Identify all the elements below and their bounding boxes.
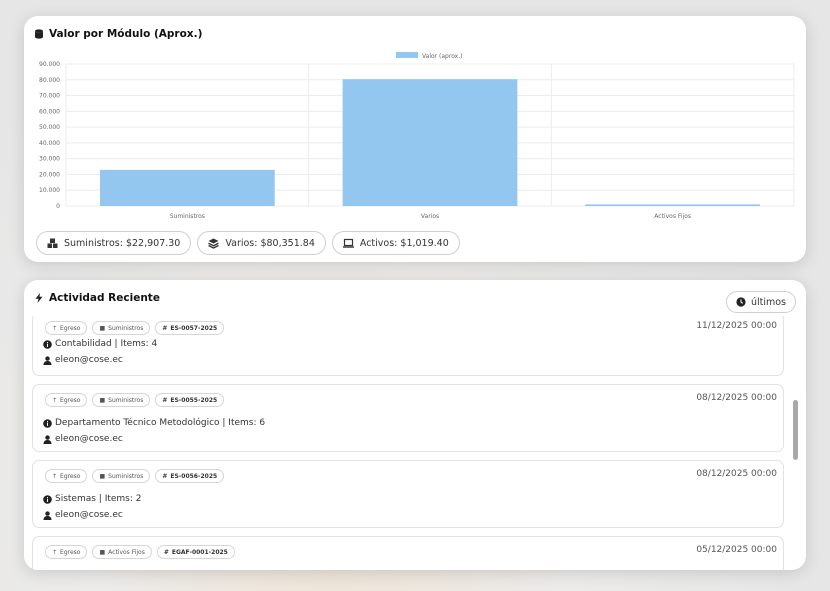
info-icon: [43, 494, 52, 504]
pill-suministros: Suministros: $22,907.30: [36, 231, 192, 255]
module-tag: ■ Activos Fijos: [92, 545, 152, 559]
bar-varios: [342, 79, 518, 206]
scrollbar[interactable]: [793, 400, 798, 460]
bar-activos-fijos: [585, 204, 761, 206]
boxes-icon: [47, 238, 58, 248]
info-icon: [43, 339, 52, 349]
y-tick-label: 80.000: [39, 77, 60, 84]
user-icon: [43, 510, 52, 520]
y-tick-label: 30.000: [39, 156, 60, 163]
pill-activos: Activos: $1,019.40: [331, 231, 460, 255]
entry-user: eleon@cose.ec: [43, 510, 123, 520]
entry-detail: Departamento Técnico Metodológico | Item…: [43, 418, 265, 428]
activity-entry[interactable]: ↑ Egreso ■ Suministros # ES-0057-2025 11…: [32, 316, 784, 376]
bolt-icon: [35, 293, 43, 303]
activity-title-text: Actividad Reciente: [49, 292, 160, 304]
bar-suministros: [99, 169, 275, 206]
entry-user: eleon@cose.ec: [43, 434, 123, 444]
activity-entry[interactable]: ↑ Egreso ■ Activos Fijos # EGAF-0001-202…: [32, 536, 784, 570]
code-tag: # ES-0057-2025: [155, 321, 225, 335]
activity-list[interactable]: ↑ Egreso ■ Suministros # ES-0057-2025 11…: [24, 316, 806, 570]
y-tick-label: 20.000: [39, 171, 60, 178]
recent-activity-card: Actividad Reciente últimos ↑ Egreso ■ Su…: [24, 280, 806, 570]
info-icon: [43, 418, 52, 428]
recent-filter-button[interactable]: últimos: [725, 291, 796, 313]
layers-icon: [208, 238, 220, 249]
type-tag: ↑ Egreso: [45, 393, 88, 407]
pill-varios: Varios: $80,351.84: [197, 231, 326, 255]
module-tag: ■ Suministros: [92, 469, 151, 483]
laptop-icon: [342, 238, 354, 248]
activity-entry[interactable]: ↑ Egreso ■ Suministros # ES-0055-2025 08…: [32, 384, 784, 452]
bar-chart: 90.000 80.000 70.000 60.000 50.000 40.000 30.0…: [39, 52, 795, 220]
activity-entry[interactable]: ↑ Egreso ■ Suministros # ES-0056-2025 08…: [32, 460, 784, 528]
module-tag: ■ Suministros: [92, 321, 151, 335]
code-tag: # EGAF-0001-2025: [156, 545, 235, 559]
legend-swatch: [396, 52, 418, 58]
entry-detail: Contabilidad | Items: 4: [43, 339, 157, 349]
y-tick-label: 70.000: [39, 93, 60, 100]
y-tick-label: 50.000: [39, 124, 60, 131]
entry-user: eleon@cose.ec: [43, 355, 123, 365]
user-icon: [43, 355, 52, 365]
activity-title: Actividad Reciente: [34, 292, 160, 304]
x-tick-label: Suministros: [170, 213, 205, 220]
entry-date: 05/12/2025 00:00: [696, 545, 777, 555]
user-icon: [43, 434, 52, 444]
entry-date: 08/12/2025 00:00: [696, 393, 777, 403]
x-tick-label: Activos Fijos: [654, 213, 691, 220]
y-tick-label: 0: [56, 203, 60, 210]
y-tick-label: 60.000: [39, 108, 60, 115]
entry-date: 11/12/2025 00:00: [696, 321, 777, 331]
legend-label: Valor (aprox.): [422, 53, 462, 60]
code-tag: # ES-0056-2025: [155, 469, 225, 483]
y-tick-label: 10.000: [39, 187, 60, 194]
entry-detail: Sistemas | Items: 2: [43, 494, 142, 504]
module-tag: ■ Suministros: [92, 393, 151, 407]
type-tag: ↑ Egreso: [45, 469, 88, 483]
x-tick-label: Varios: [421, 213, 439, 220]
code-tag: # ES-0055-2025: [155, 393, 225, 407]
type-tag: ↑ Egreso: [45, 321, 88, 335]
y-tick-label: 90.000: [39, 61, 60, 68]
y-tick-label: 40.000: [39, 140, 60, 147]
type-tag: ↑ Egreso: [45, 545, 88, 559]
module-value-card: Valor por Módulo (Aprox.) 90.000 80.000 70…: [24, 16, 806, 262]
entry-date: 08/12/2025 00:00: [696, 469, 777, 479]
clock-icon: [736, 297, 746, 307]
